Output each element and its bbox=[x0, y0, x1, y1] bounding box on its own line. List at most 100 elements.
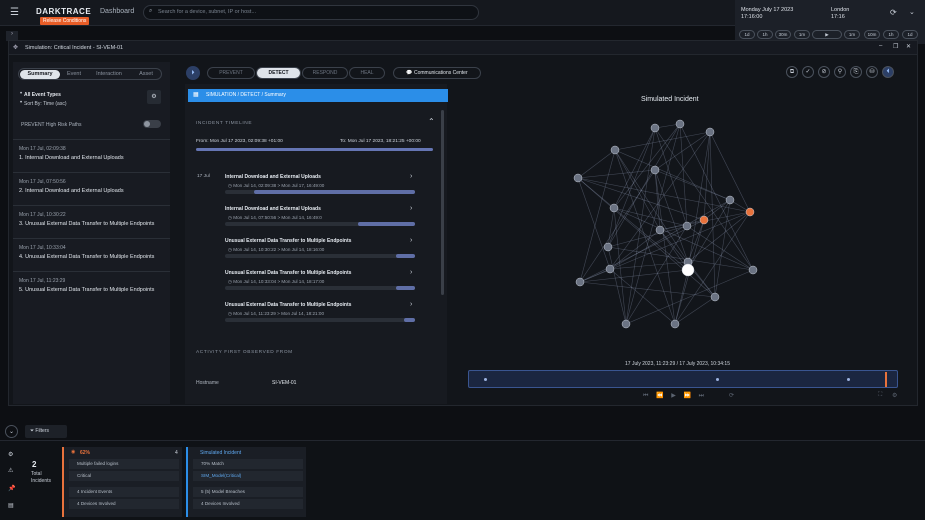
phase-prevent[interactable]: PREVENT bbox=[207, 67, 255, 79]
event-item[interactable]: Mon 17 Jul, 10:30:22 3. Unusual External … bbox=[13, 205, 170, 236]
timeline-step-button[interactable]: 30m bbox=[775, 30, 791, 39]
pin-icon[interactable]: ⚲ bbox=[834, 66, 846, 78]
chevron-right-icon[interactable]: › bbox=[410, 205, 412, 212]
event-item[interactable]: Mon 17 Jul, 02:09:38 1. Internal Download… bbox=[13, 139, 170, 170]
phase-heal[interactable]: HEAL bbox=[349, 67, 385, 79]
copy-icon[interactable]: ⎘ bbox=[850, 66, 862, 78]
timeline-step-button[interactable]: 1d bbox=[739, 30, 755, 39]
settings-icon[interactable]: ⚙ bbox=[892, 392, 897, 399]
graph-node[interactable] bbox=[705, 127, 715, 137]
chevron-right-icon[interactable]: › bbox=[410, 237, 412, 244]
layers-icon[interactable]: ⧉ bbox=[786, 66, 798, 78]
timeline-step-button[interactable]: ▶ bbox=[812, 30, 842, 39]
release-badge: Release Conditions bbox=[40, 17, 90, 25]
graph-node[interactable] bbox=[650, 123, 660, 133]
graph-node[interactable] bbox=[675, 119, 685, 129]
tray-settings-icon[interactable]: ⚙ bbox=[8, 451, 13, 458]
phase-respond[interactable]: RESPOND bbox=[302, 67, 348, 79]
timeline-step-button[interactable]: 1d bbox=[902, 30, 918, 39]
communications-button[interactable]: 💬 Communications Center bbox=[393, 67, 481, 79]
filter-icon[interactable]: ⊘ bbox=[818, 66, 830, 78]
close-icon[interactable]: ✕ bbox=[906, 43, 911, 50]
event-item[interactable]: Mon 17 Jul, 10:33:04 4. Unusual External … bbox=[13, 238, 170, 269]
scrubber-marker[interactable] bbox=[847, 378, 850, 381]
graph-node[interactable] bbox=[699, 215, 709, 225]
collapse-icon[interactable]: ⌃ bbox=[428, 117, 435, 126]
graph-node[interactable] bbox=[573, 173, 583, 183]
event-item[interactable]: Mon 17 Jul, 07:50:56 2. Internal Download… bbox=[13, 172, 170, 203]
graph-node[interactable] bbox=[670, 319, 680, 329]
dashboard-link[interactable]: Dashboard bbox=[100, 8, 134, 15]
graph-node[interactable] bbox=[681, 263, 695, 277]
graph-node[interactable] bbox=[603, 242, 613, 252]
close-panel-icon[interactable]: ⏴ bbox=[882, 66, 894, 78]
card-row: SIM_Model(Critical) bbox=[193, 471, 303, 481]
refresh-icon[interactable]: ⟳ bbox=[890, 8, 897, 17]
scrubber-marker[interactable] bbox=[484, 378, 487, 381]
graph-node[interactable] bbox=[610, 145, 620, 155]
graph-title: Simulated Incident bbox=[641, 96, 699, 103]
timeline-step-button[interactable]: 1m bbox=[844, 30, 860, 39]
menu-icon[interactable]: ☰ bbox=[10, 7, 19, 18]
graph-node[interactable] bbox=[609, 203, 619, 213]
graph-node[interactable] bbox=[682, 221, 692, 231]
chevron-down-icon[interactable]: ⌄ bbox=[909, 8, 915, 16]
pin-icon[interactable]: 📌 bbox=[8, 485, 15, 492]
tab-interaction[interactable]: Interaction bbox=[89, 70, 129, 79]
timeline-step-button[interactable]: 10m bbox=[864, 30, 880, 39]
tab-asset[interactable]: Asset bbox=[131, 70, 161, 79]
incident-title[interactable]: Internal Download and External Uploads bbox=[225, 174, 321, 180]
warning-icon[interactable]: ⚠ bbox=[8, 467, 13, 474]
network-graph[interactable] bbox=[560, 112, 800, 344]
timeline-step-button[interactable]: 1h bbox=[883, 30, 899, 39]
graph-node[interactable] bbox=[745, 207, 755, 217]
time-scrubber[interactable] bbox=[468, 370, 898, 388]
filter-settings-icon[interactable]: ⚙ bbox=[147, 90, 161, 104]
incident-title[interactable]: Internal Download and External Uploads bbox=[225, 206, 321, 212]
save-icon[interactable]: ⛁ bbox=[866, 66, 878, 78]
phase-detect[interactable]: DETECT bbox=[256, 67, 301, 79]
filter-sort[interactable]: Sort By: Time (asc) bbox=[24, 101, 67, 107]
graph-node[interactable] bbox=[748, 265, 758, 275]
tab-summary[interactable]: Summary bbox=[20, 70, 60, 79]
loop-icon[interactable]: ⟳ bbox=[729, 392, 734, 399]
search-input[interactable]: ⌕ Search for a device, subnet, IP or hos… bbox=[143, 5, 479, 20]
filter-all-types[interactable]: All Event Types bbox=[24, 92, 61, 98]
bullet-icon: • bbox=[20, 100, 23, 106]
incident-card[interactable]: ◉ 62% 4 Multiple failed logins Critical … bbox=[62, 447, 182, 517]
filters-button[interactable]: ⏷ Filters bbox=[25, 425, 67, 438]
chevron-right-icon[interactable]: › bbox=[410, 173, 412, 180]
graph-node[interactable] bbox=[575, 277, 585, 287]
playhead[interactable] bbox=[885, 372, 887, 387]
graph-node[interactable] bbox=[710, 292, 720, 302]
fullscreen-icon[interactable]: ⛶ bbox=[878, 392, 882, 399]
graph-node[interactable] bbox=[650, 165, 660, 175]
chevron-right-icon[interactable]: › bbox=[410, 301, 412, 308]
event-item[interactable]: Mon 17 Jul, 11:23:29 5. Unusual External … bbox=[13, 271, 170, 302]
collapse-bottom-button[interactable]: ⌄ bbox=[5, 425, 18, 438]
minimize-icon[interactable]: – bbox=[879, 43, 882, 49]
tab-event[interactable]: Event bbox=[61, 70, 87, 79]
incident-progress-fill bbox=[358, 222, 415, 226]
chart-icon[interactable]: ▤ bbox=[8, 502, 14, 509]
graph-node[interactable] bbox=[655, 225, 665, 235]
scrollbar[interactable] bbox=[441, 110, 444, 295]
graph-node[interactable] bbox=[605, 264, 615, 274]
timeline-step-button[interactable]: 1h bbox=[757, 30, 773, 39]
incident-title[interactable]: Unusual External Data Transfer to Multip… bbox=[225, 302, 351, 308]
prevent-toggle[interactable] bbox=[143, 120, 161, 128]
incident-card[interactable]: Simulated Incident 70% Match SIM_Model(C… bbox=[186, 447, 306, 517]
incident-title[interactable]: Unusual External Data Transfer to Multip… bbox=[225, 270, 351, 276]
playback-controls[interactable]: ⏮ ⏪ ▶ ⏩ ⏭ bbox=[643, 392, 707, 400]
timeline-step-button[interactable]: 1m bbox=[794, 30, 810, 39]
collapse-panel-button[interactable]: ⏵ bbox=[186, 66, 200, 80]
move-icon[interactable]: ✥ bbox=[13, 44, 18, 51]
graph-node[interactable] bbox=[725, 195, 735, 205]
check-icon[interactable]: ✓ bbox=[802, 66, 814, 78]
scrubber-marker[interactable] bbox=[716, 378, 719, 381]
incident-title[interactable]: Unusual External Data Transfer to Multip… bbox=[225, 238, 351, 244]
graph-node[interactable] bbox=[621, 319, 631, 329]
maximize-icon[interactable]: ❐ bbox=[893, 43, 898, 50]
overall-timeline-bar bbox=[196, 148, 433, 151]
chevron-right-icon[interactable]: › bbox=[410, 269, 412, 276]
